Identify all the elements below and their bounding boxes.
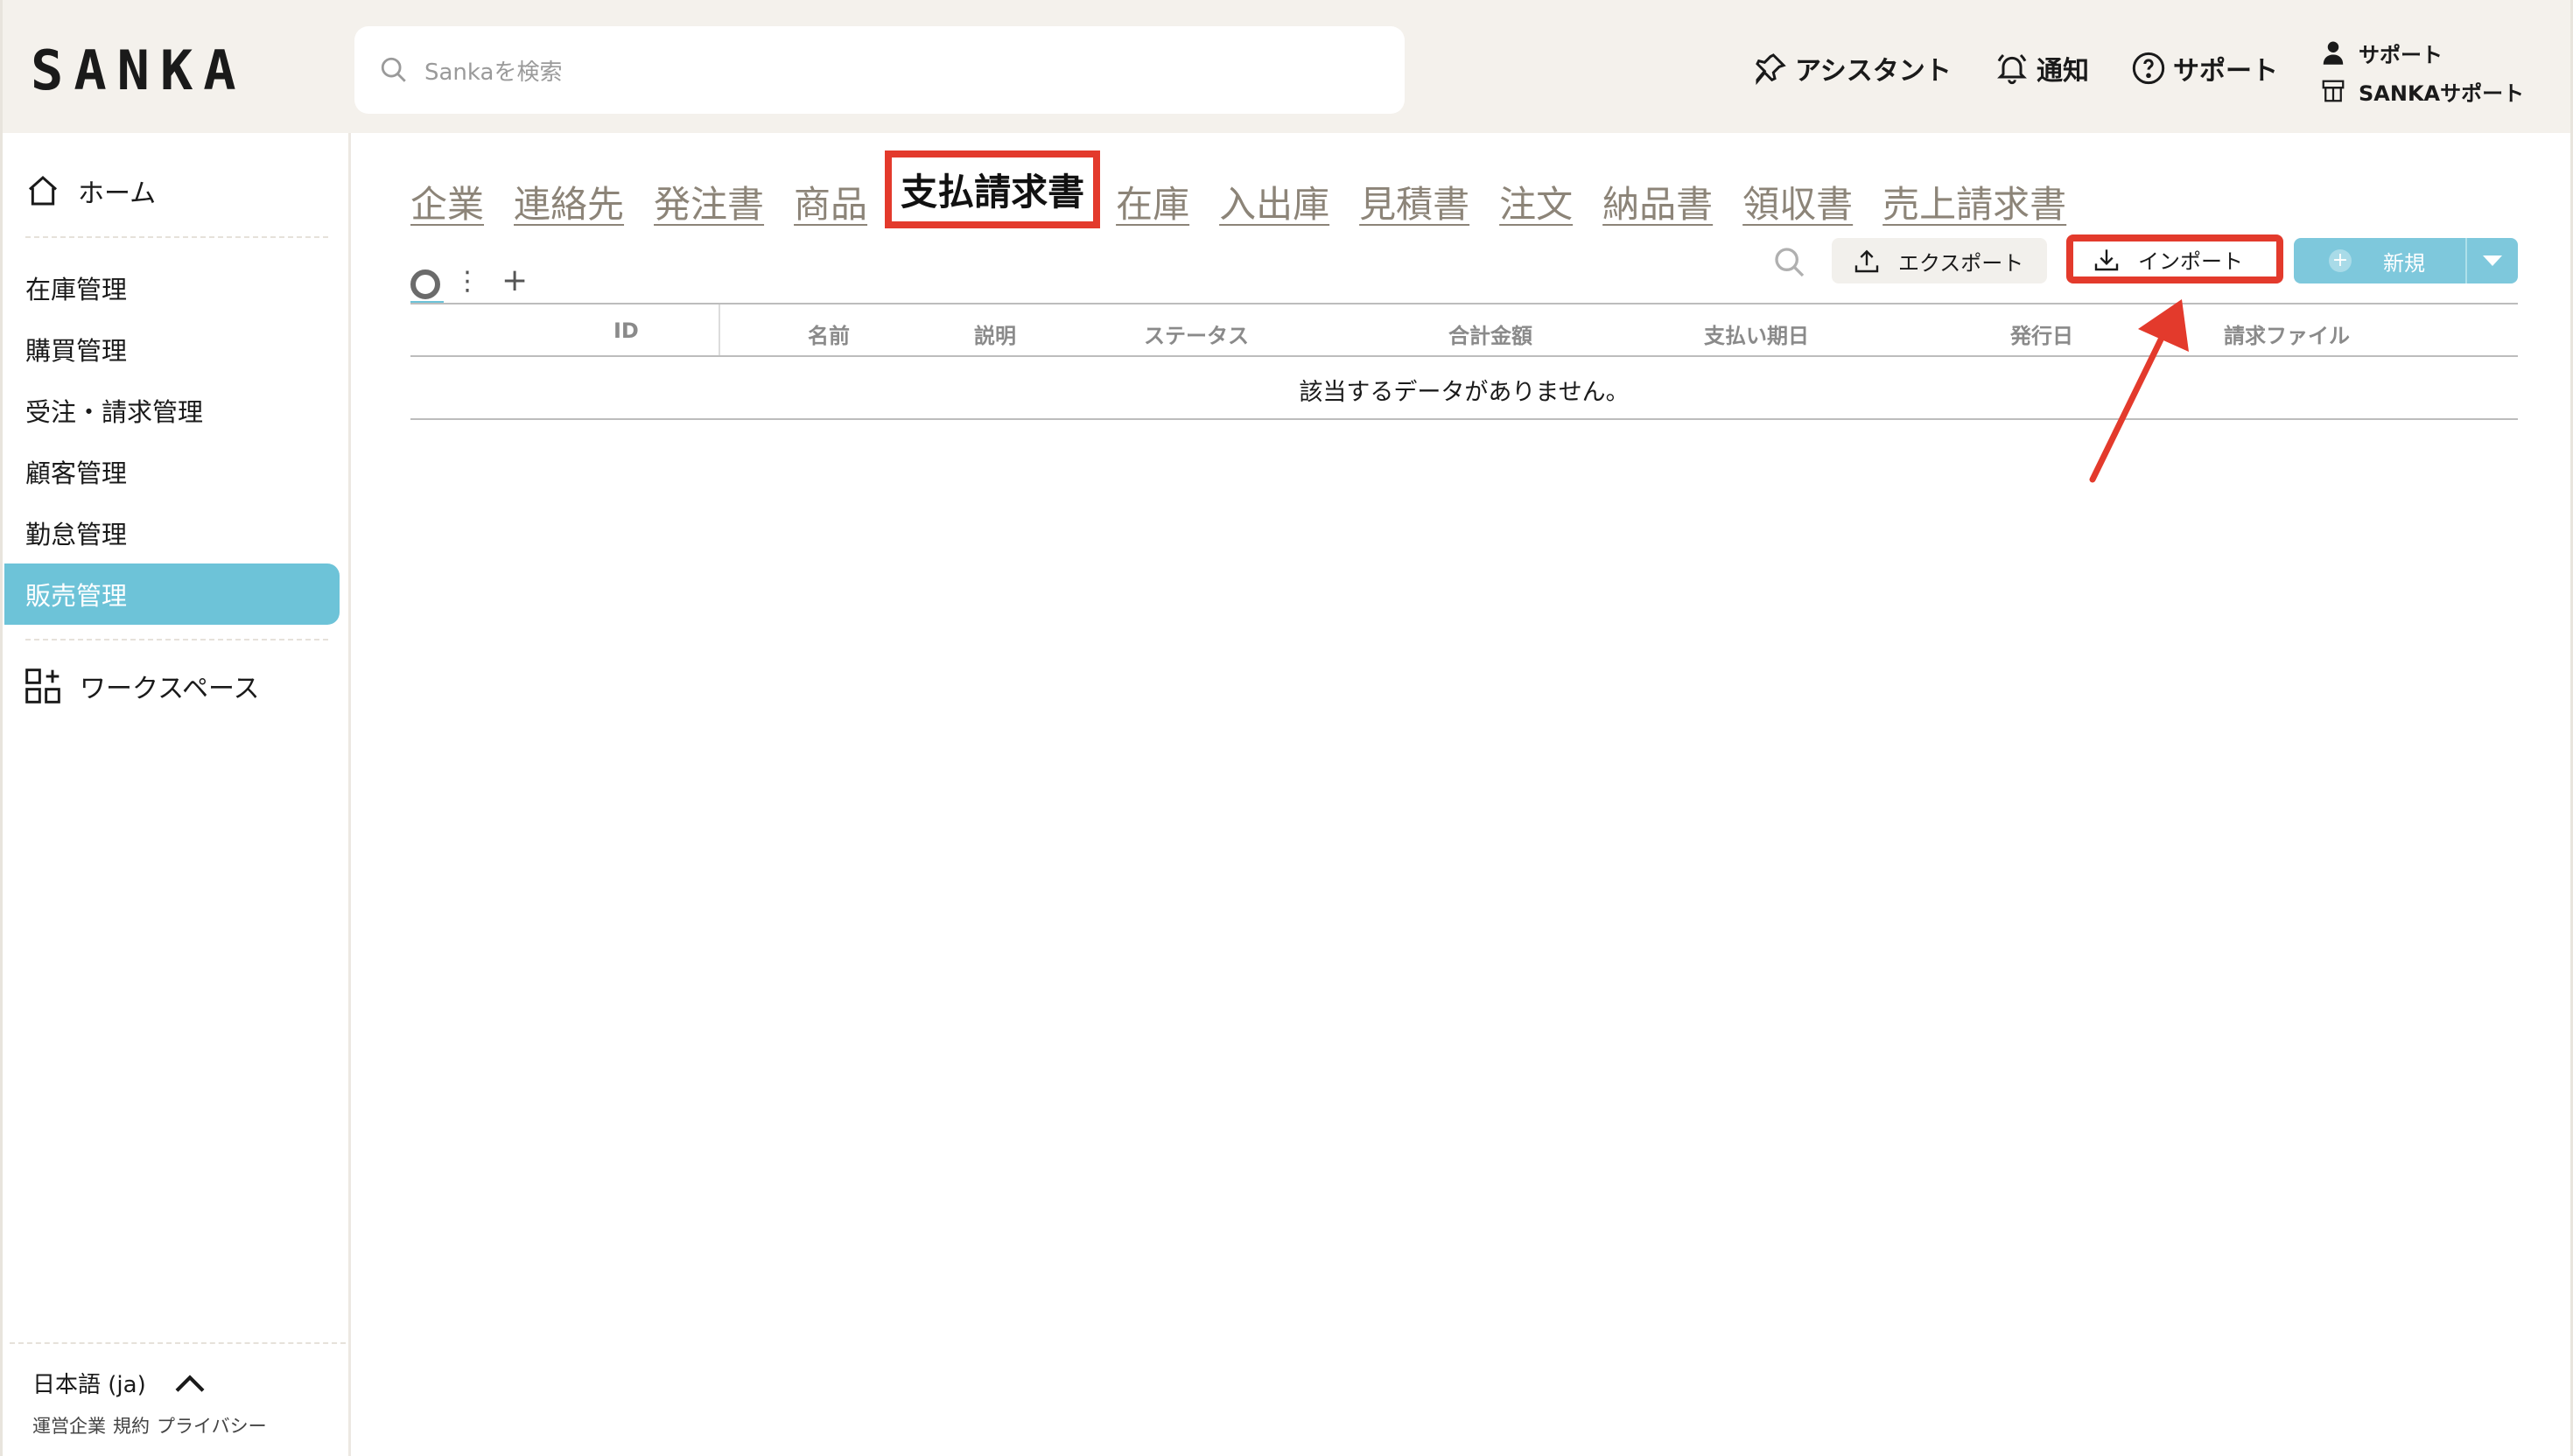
tab-contacts[interactable]: 連絡先 [514, 175, 624, 228]
user-name-row: サポート [2320, 33, 2524, 72]
footer-links: 運営企業 規約 プライバシー [32, 1412, 274, 1438]
footer-link-company[interactable]: 運営企業 [32, 1416, 106, 1437]
import-label: インポート [2138, 248, 2243, 274]
sidebar-item-workspace[interactable]: ワークスペース [24, 667, 260, 705]
add-view-button[interactable]: + [501, 262, 528, 298]
app-root: SANKA Sankaを検索 アシスタント 通知 サポート サポート SANKA… [0, 0, 2573, 1456]
column-header-description[interactable]: 説明 [974, 318, 1016, 349]
assistant-button[interactable]: アシスタント [1753, 49, 1952, 88]
bills-table: ID 名前 説明 ステータス 合計金額 支払い期日 発行日 請求ファイル 該当す… [410, 303, 2518, 420]
tab-estimates[interactable]: 見積書 [1359, 175, 1469, 228]
tab-purchase-orders[interactable]: 発注書 [654, 175, 764, 228]
global-search-input[interactable]: Sankaを検索 [354, 26, 1405, 114]
sidebar-home-label: ホーム [78, 178, 157, 209]
table-search-icon[interactable] [1772, 245, 1807, 280]
view-circle-icon[interactable] [410, 270, 440, 299]
new-record-button[interactable]: + 新規 [2294, 238, 2518, 284]
import-button[interactable]: インポート [2066, 234, 2283, 284]
sidebar-item-home[interactable]: ホーム [25, 172, 156, 210]
language-label: 日本語 (ja) [32, 1372, 146, 1398]
export-button[interactable]: エクスポート [1832, 238, 2047, 284]
sidebar-item-attendance[interactable]: 勤怠管理 [25, 514, 127, 551]
assistant-label: アシスタント [1795, 56, 1952, 87]
plus-circle-icon: + [2329, 249, 2352, 272]
tab-inventory[interactable]: 在庫 [1116, 175, 1189, 228]
bell-icon [1997, 53, 2027, 85]
sidebar-divider [25, 639, 328, 640]
column-header-total[interactable]: 合計金額 [1448, 318, 1532, 349]
tab-stock-movements[interactable]: 入出庫 [1219, 175, 1329, 228]
column-header-status[interactable]: ステータス [1144, 318, 1249, 349]
sidebar-divider [25, 236, 328, 238]
object-tabs: 企業 連絡先 発注書 商品 支払請求書 在庫 入出庫 見積書 注文 納品書 領収… [410, 150, 2096, 228]
sidebar-item-inventory[interactable]: 在庫管理 [25, 270, 127, 306]
support-label: サポート [2173, 56, 2278, 87]
search-icon [381, 57, 406, 82]
apps-grid-icon [25, 668, 60, 704]
export-label: エクスポート [1898, 250, 2024, 276]
workspace-name: SANKAサポート [2359, 80, 2525, 106]
tab-invoices[interactable]: 売上請求書 [1882, 175, 2066, 228]
tab-companies[interactable]: 企業 [410, 175, 484, 228]
search-placeholder: Sankaを検索 [424, 59, 563, 86]
sidebar-workspace-label: ワークスペース [80, 674, 260, 704]
tab-receipts[interactable]: 領収書 [1742, 175, 1853, 228]
user-name: サポート [2359, 42, 2443, 67]
table-header: ID 名前 説明 ステータス 合計金額 支払い期日 発行日 請求ファイル [410, 303, 2518, 357]
column-separator [719, 304, 720, 355]
new-label: 新規 [2383, 250, 2425, 276]
workspace-icon [2322, 80, 2345, 102]
table-empty-row: 該当するデータがありません。 [410, 357, 2518, 420]
top-header: SANKA Sankaを検索 アシスタント 通知 サポート サポート SANKA… [3, 0, 2570, 133]
language-selector[interactable]: 日本語 (ja) [32, 1367, 207, 1399]
home-icon [29, 175, 57, 206]
user-menu[interactable]: サポート SANKAサポート [2320, 33, 2524, 110]
annotation-arrow-icon [2089, 299, 2189, 483]
sidebar-item-orders-billing[interactable]: 受注・請求管理 [25, 392, 203, 429]
tab-products[interactable]: 商品 [794, 175, 867, 228]
pin-icon [1756, 53, 1786, 86]
footer-link-privacy[interactable]: プライバシー [157, 1416, 267, 1437]
sidebar-item-customers[interactable]: 顧客管理 [25, 453, 127, 490]
view-more-icon[interactable]: ⋮ [454, 266, 480, 297]
column-header-name[interactable]: 名前 [808, 318, 850, 349]
chevron-up-icon [175, 1374, 205, 1392]
sidebar-item-sales[interactable]: 販売管理 [4, 564, 340, 625]
upload-icon [1854, 249, 1879, 273]
tab-orders[interactable]: 注文 [1499, 175, 1573, 228]
empty-state-message: 該当するデータがありません。 [1299, 379, 1630, 406]
workspace-row: SANKAサポート [2320, 72, 2524, 110]
sidebar: ホーム 在庫管理 購買管理 受注・請求管理 顧客管理 勤怠管理 販売管理 ワーク… [3, 133, 351, 1456]
column-header-due-date[interactable]: 支払い期日 [1704, 318, 1809, 349]
column-header-bill-file[interactable]: 請求ファイル [2224, 318, 2350, 349]
button-split-divider [2465, 238, 2467, 284]
notification-label: 通知 [2037, 56, 2089, 87]
sidebar-item-purchasing[interactable]: 購買管理 [25, 331, 127, 368]
footer-link-terms[interactable]: 規約 [113, 1416, 150, 1437]
help-circle-icon [2132, 52, 2165, 85]
column-header-id[interactable]: ID [613, 318, 639, 343]
download-icon [2094, 249, 2119, 271]
support-button[interactable]: サポート [2131, 49, 2278, 88]
chevron-down-icon[interactable] [2483, 256, 2502, 266]
user-icon [2323, 41, 2344, 65]
app-logo[interactable]: SANKA [31, 38, 247, 102]
tab-bills[interactable]: 支払請求書 [885, 150, 1101, 228]
notification-button[interactable]: 通知 [1995, 49, 2089, 88]
sidebar-footer-divider [10, 1342, 346, 1344]
column-header-issue-date[interactable]: 発行日 [2010, 318, 2073, 349]
tab-delivery-slips[interactable]: 納品書 [1602, 175, 1713, 228]
